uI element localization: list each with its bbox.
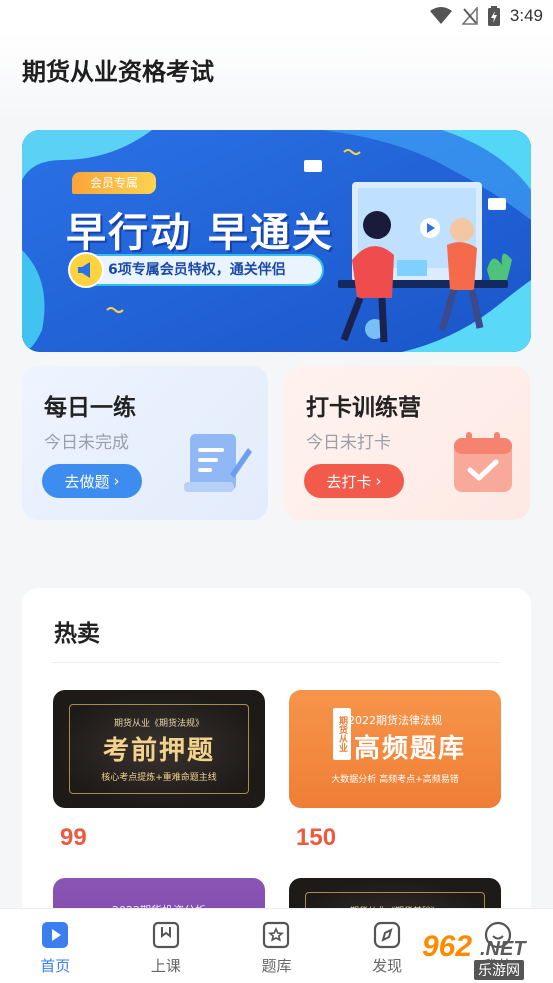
- product-title: 高频题库: [353, 734, 466, 764]
- product-caption: 大数据分析 高频考点+高频易错: [331, 775, 459, 785]
- watermark-number: 962: [422, 930, 473, 963]
- product-subtitle: 期货从业《期货法规》: [113, 719, 204, 729]
- status-icons: 3:49: [429, 4, 543, 28]
- home-play-icon: [42, 922, 69, 948]
- checkin-camp-card[interactable]: 打卡训练营 今日未打卡 去打卡 ›: [284, 366, 530, 520]
- card-title: 打卡训练营: [306, 395, 421, 421]
- tab-label: 题库: [261, 957, 292, 975]
- promo-banner[interactable]: 会员专属 早行动 早通关 6项专属会员特权，通关伴侣: [22, 130, 531, 352]
- document-pen-icon: [184, 434, 252, 492]
- tab-home[interactable]: 首页: [0, 909, 111, 983]
- page-title: 期货从业资格考试: [22, 58, 214, 86]
- card-subtitle: 今日未完成: [44, 433, 129, 453]
- tab-label: 上课: [150, 957, 181, 975]
- watermark-sub: 乐游网: [474, 960, 524, 980]
- compass-icon: [373, 921, 401, 949]
- card-subtitle: 今日未打卡: [306, 433, 391, 453]
- banner-pill: 6项专属会员特权，通关伴侣: [80, 254, 324, 286]
- battery-charging-icon: [487, 6, 500, 26]
- product-card-exam-prediction[interactable]: 期货从业《期货法规》 考前押题 核心考点提炼+重难命题主线: [53, 690, 265, 808]
- tab-label: 首页: [40, 957, 71, 975]
- megaphone-icon: [68, 252, 104, 288]
- no-signal-icon: [461, 7, 478, 25]
- chevron-right-icon: ›: [375, 472, 382, 490]
- button-label: 去打卡: [326, 472, 372, 491]
- calendar-check-icon: [454, 432, 512, 492]
- daily-practice-card[interactable]: 每日一练 今日未完成 去做题 ›: [22, 366, 268, 520]
- checkin-button[interactable]: 去打卡 ›: [304, 464, 404, 498]
- card-title: 每日一练: [44, 395, 136, 421]
- tab-question-bank[interactable]: 题库: [221, 909, 332, 983]
- banner-headline: 早行动 早通关: [66, 210, 334, 256]
- product-subtitle: 2022期货法律法规: [348, 714, 442, 727]
- site-watermark: 962 .NET 乐游网: [414, 930, 550, 980]
- star-box-icon: [263, 921, 290, 949]
- status-bar: 3:49: [0, 0, 553, 32]
- wifi-icon: [429, 7, 452, 24]
- status-time: 3:49: [509, 6, 543, 25]
- section-title: 热卖: [54, 621, 100, 647]
- divider: [52, 662, 500, 663]
- watermark-domain: .NET: [480, 938, 526, 960]
- bookmark-icon: [152, 921, 179, 949]
- tab-classes[interactable]: 上课: [111, 909, 222, 983]
- product-price: 150: [296, 824, 337, 851]
- product-card-high-frequency-bank[interactable]: 2022期货法律法规 期货从业 高频题库 大数据分析 高频考点+高频易错: [289, 690, 501, 808]
- product-caption: 核心考点提炼+重难命题主线: [101, 773, 217, 783]
- product-price: 99: [60, 824, 87, 851]
- chevron-right-icon: ›: [113, 472, 120, 490]
- member-badge: 会员专属: [72, 172, 156, 194]
- product-title: 考前押题: [102, 736, 215, 766]
- do-questions-button[interactable]: 去做题 ›: [42, 464, 142, 498]
- button-label: 去做题: [64, 472, 110, 491]
- tab-label: 发现: [372, 957, 403, 975]
